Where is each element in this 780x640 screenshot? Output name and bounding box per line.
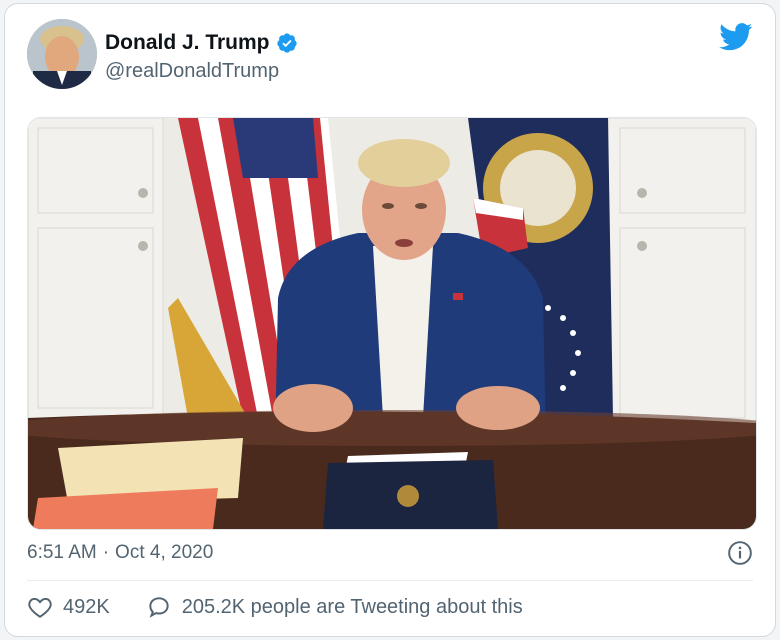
tweet-date[interactable]: Oct 4, 2020 bbox=[115, 542, 213, 564]
tweet-card[interactable]: Donald J. Trump @realDonaldTrump 6:51 AM… bbox=[4, 3, 776, 637]
tweet-timestamp[interactable]: 6:51 AM · Oct 4, 2020 bbox=[27, 542, 213, 564]
author-handle[interactable]: @realDonaldTrump bbox=[105, 60, 279, 83]
twitter-bird-icon[interactable] bbox=[719, 23, 753, 51]
verified-badge-icon bbox=[276, 32, 298, 54]
conversation-link[interactable]: 205.2K people are Tweeting about this bbox=[146, 594, 523, 620]
like-count: 492K bbox=[63, 595, 110, 618]
like-button[interactable]: 492K bbox=[27, 594, 110, 620]
avatar[interactable] bbox=[27, 19, 97, 89]
author-name[interactable]: Donald J. Trump bbox=[105, 31, 270, 55]
tweet-actions: 492K 205.2K people are Tweeting about th… bbox=[27, 594, 559, 620]
meta-separator: · bbox=[102, 542, 110, 563]
tweet-time[interactable]: 6:51 AM bbox=[27, 542, 97, 564]
speech-bubble-icon bbox=[149, 597, 169, 618]
divider bbox=[27, 580, 753, 581]
tweet-video-image[interactable] bbox=[27, 117, 757, 530]
heart-icon bbox=[28, 597, 52, 618]
info-icon[interactable] bbox=[727, 540, 753, 566]
conversation-text: 205.2K people are Tweeting about this bbox=[181, 595, 523, 618]
